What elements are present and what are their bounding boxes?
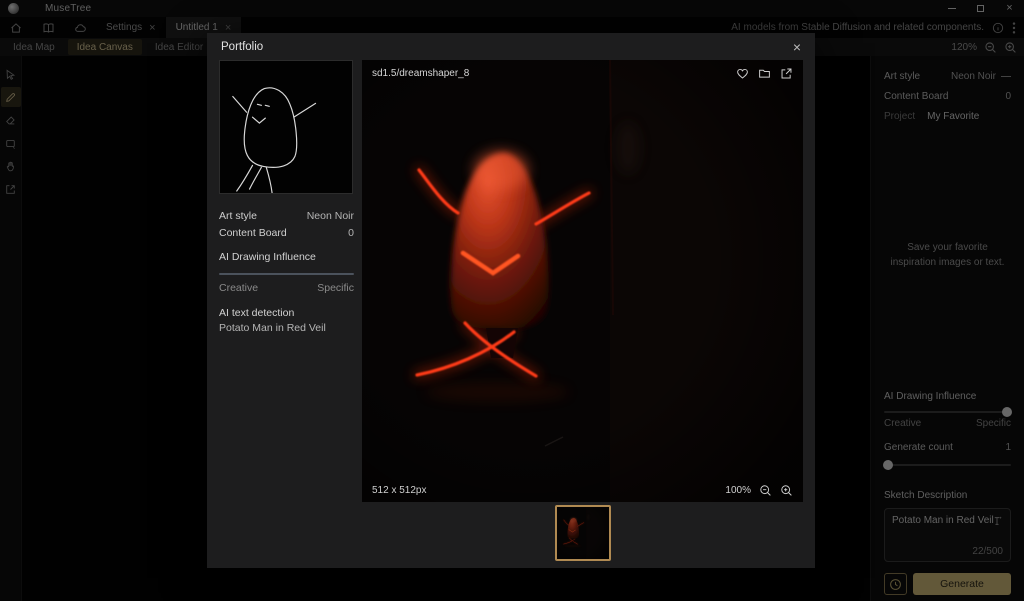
image-actions [736,67,793,80]
result-thumbnail-selected[interactable] [555,505,611,561]
detail-influence-max: Specific [317,282,354,294]
detail-art-style-label: Art style [219,210,257,222]
image-viewer[interactable]: sd1.5/dreamshaper_8 512 x 512px 100% [362,60,803,502]
detail-influence-scale: Creative Specific [219,282,354,294]
zoom-in-icon[interactable] [780,484,793,497]
external-link-icon[interactable] [780,67,793,80]
detail-content-board-label: Content Board [219,227,287,239]
detail-art-style-value: Neon Noir [307,210,354,222]
detail-influence-label: AI Drawing Influence [219,250,354,264]
modal-title: Portfolio [221,41,263,53]
zoom-out-icon[interactable] [759,484,772,497]
sketch-drawing [220,61,352,193]
detail-content-board-value: 0 [348,227,354,239]
folder-icon[interactable] [758,67,771,80]
image-size-label: 512 x 512px [372,485,427,496]
heart-icon[interactable] [736,67,749,80]
modal-header: Portfolio × [207,33,815,60]
viewer-zoom-level: 100% [725,485,751,496]
app-window: MuseTree × Settings × Untitled 1 × [0,0,1024,601]
generated-image [362,60,803,502]
detail-influence-min: Creative [219,282,258,294]
detail-detection-value: Potato Man in Red Veil [219,322,354,334]
modal-close-button[interactable]: × [793,40,801,54]
portfolio-modal: Portfolio × Art style Neon Noir Content … [207,33,815,568]
viewer-zoom-controls: 100% [725,484,793,497]
modal-body: Art style Neon Noir Content Board 0 AI D… [207,60,815,502]
result-thumbnail-image [557,507,609,559]
detail-influence-slider [219,273,354,275]
model-name-label: sd1.5/dreamshaper_8 [372,68,469,79]
detail-detection-label: AI text detection [219,306,354,320]
thumbnail-strip [350,502,815,563]
sketch-thumbnail [219,60,353,194]
detail-panel: Art style Neon Noir Content Board 0 AI D… [219,60,354,502]
detail-content-board-row: Content Board 0 [219,224,354,241]
detail-art-style-row: Art style Neon Noir [219,207,354,224]
